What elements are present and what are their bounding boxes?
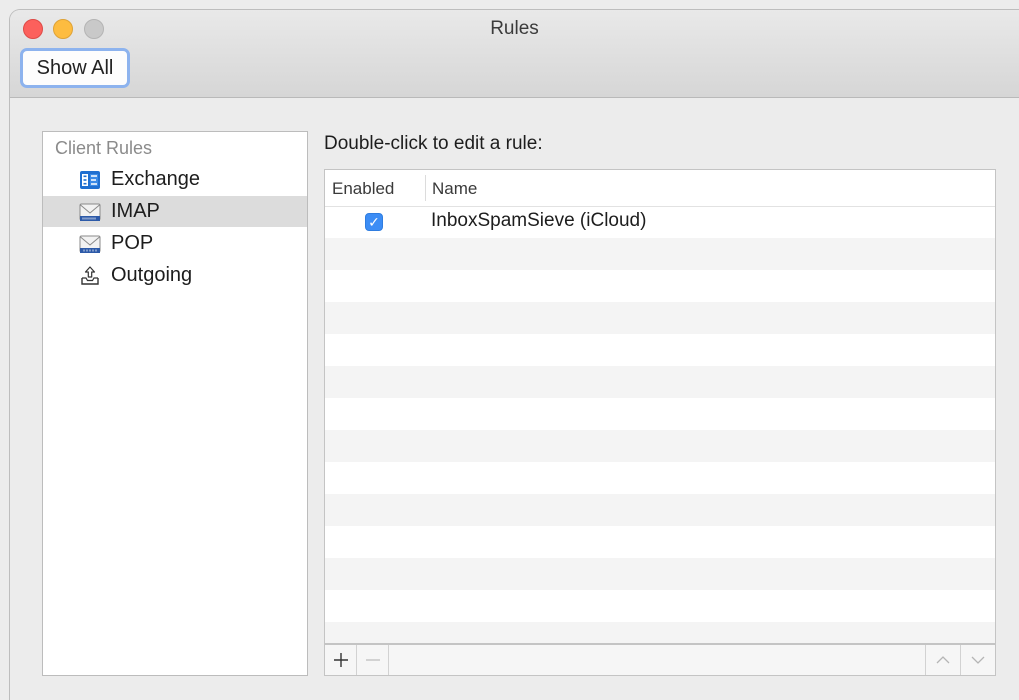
- sidebar-item-outgoing[interactable]: Outgoing: [43, 260, 307, 291]
- column-header-name[interactable]: Name: [432, 179, 477, 199]
- rules-rows: ✓ InboxSpamSieve (iCloud): [325, 206, 995, 643]
- rules-toolbar: [324, 644, 996, 676]
- plus-icon: [333, 653, 348, 667]
- add-rule-button[interactable]: [325, 645, 357, 675]
- show-all-button[interactable]: Show All: [20, 48, 130, 88]
- outgoing-icon: [79, 265, 101, 287]
- sidebar-item-label: Outgoing: [111, 264, 193, 286]
- column-header-enabled[interactable]: Enabled: [332, 179, 394, 199]
- rule-name: InboxSpamSieve (iCloud): [431, 210, 647, 231]
- empty-row: [325, 302, 995, 334]
- empty-row: [325, 238, 995, 270]
- empty-row: [325, 430, 995, 462]
- table-header: Enabled Name: [325, 170, 995, 207]
- client-rules-sidebar: Client Rules Exchange IMAP POP Outgoing: [42, 131, 308, 676]
- empty-row: [325, 590, 995, 622]
- pop-mail-icon: [79, 233, 101, 255]
- empty-row: [325, 366, 995, 398]
- minus-icon: [365, 659, 380, 661]
- empty-row: [325, 270, 995, 302]
- chevron-down-icon: [971, 656, 985, 664]
- move-rule-down-button[interactable]: [960, 645, 995, 675]
- chevron-up-icon: [936, 656, 950, 664]
- rules-table: Enabled Name ✓ InboxSpamSieve (iCloud): [324, 169, 996, 644]
- remove-rule-button[interactable]: [357, 645, 389, 675]
- sidebar-item-exchange[interactable]: Exchange: [43, 164, 307, 195]
- edit-instruction: Double-click to edit a rule:: [324, 133, 543, 154]
- sidebar-item-pop[interactable]: POP: [43, 228, 307, 259]
- sidebar-item-label: IMAP: [111, 200, 160, 222]
- move-rule-up-button[interactable]: [925, 645, 960, 675]
- imap-mail-icon: [79, 201, 101, 223]
- empty-row: [325, 526, 995, 558]
- empty-row: [325, 494, 995, 526]
- empty-row: [325, 398, 995, 430]
- table-row[interactable]: ✓ InboxSpamSieve (iCloud): [325, 206, 995, 238]
- column-divider[interactable]: [425, 175, 426, 201]
- exchange-icon: [79, 169, 101, 191]
- title-bar: Rules Show All: [10, 10, 1019, 98]
- empty-row: [325, 462, 995, 494]
- empty-row: [325, 622, 995, 643]
- sidebar-item-label: POP: [111, 232, 154, 254]
- empty-row: [325, 334, 995, 366]
- rules-window: Rules Show All Client Rules Exchange IMA…: [10, 10, 1019, 700]
- window-title: Rules: [490, 18, 539, 39]
- rule-enabled-checkbox[interactable]: ✓: [365, 213, 383, 231]
- empty-row: [325, 558, 995, 590]
- sidebar-item-label: Exchange: [111, 168, 200, 190]
- sidebar-item-imap[interactable]: IMAP: [43, 196, 307, 227]
- sidebar-header: Client Rules: [55, 138, 153, 158]
